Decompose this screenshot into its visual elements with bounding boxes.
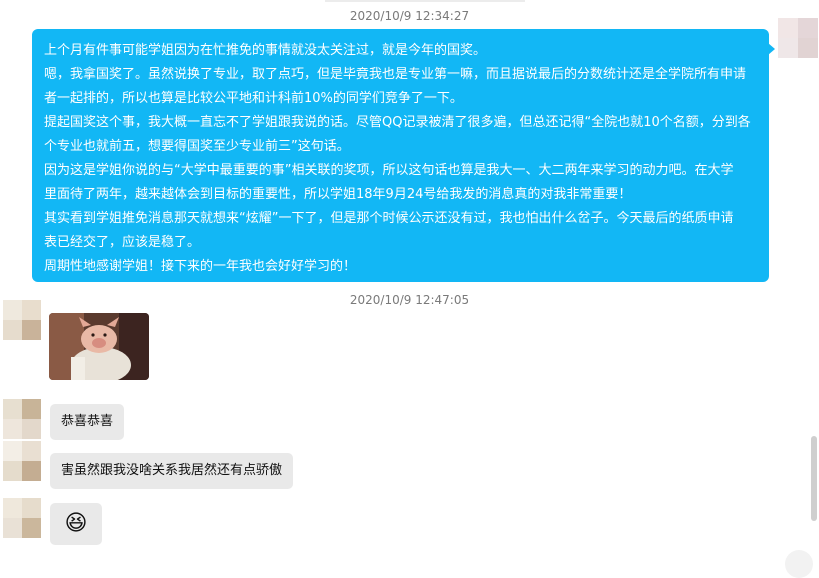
message-line: 其实看到学姐推免消息那天就想来“炫耀”一下了，但是那个时候公示还没有过，我也怕出… — [44, 211, 734, 226]
message-line: 里面待了两年，越来越体会到目标的重要性，所以学姐18年9月24号给我发的消息真的… — [44, 187, 632, 202]
incoming-message-bubble[interactable]: 恭喜恭喜 — [50, 404, 125, 440]
scrollbar-thumb[interactable] — [811, 436, 817, 521]
pig-photo-image — [49, 313, 149, 380]
contact-avatar[interactable] — [3, 399, 41, 439]
laughing-emoji-icon: 😆 — [64, 511, 88, 536]
timestamp: 2020/10/9 12:47:05 — [349, 293, 470, 307]
message-text: 害虽然跟我没啥关系我居然还有点骄傲 — [61, 463, 283, 478]
message-text: 恭喜恭喜 — [61, 414, 114, 429]
message-line: 个专业也就前五，想要得国奖至少专业前三”这句话。 — [44, 139, 350, 154]
contact-avatar[interactable] — [3, 441, 41, 481]
contact-avatar[interactable] — [3, 300, 41, 340]
image-message[interactable] — [49, 313, 149, 380]
outgoing-message-bubble[interactable]: 上个月有件事可能学姐因为在忙推免的事情就没太关注过，就是今年的国奖。 嗯，我拿国… — [32, 29, 775, 282]
bubble-tail — [768, 43, 775, 55]
message-line: 周期性地感谢学姐！接下来的一年我也会好好学习的！ — [44, 259, 357, 274]
message-line: 者一起排的，所以也算是比较公平地和计科前10%的同学们竞争了一下。 — [44, 91, 463, 106]
message-line: 提起国奖这个事，我大概一直忘不了学姐跟我说的话。尽管QQ记录被清了很多遍，但总还… — [44, 115, 751, 130]
message-line: 嗯，我拿国奖了。虽然说换了专业，取了点巧，但是毕竟我也是专业第一嘛，而且据说最后… — [44, 67, 747, 82]
contact-avatar[interactable] — [3, 498, 41, 538]
self-avatar[interactable] — [778, 18, 818, 58]
incoming-message-bubble[interactable]: 😆 — [50, 503, 102, 545]
scroll-to-bottom-button[interactable] — [785, 550, 813, 578]
chat-window: 2020/10/9 12:34:27 上个月有件事可能学姐因为在忙推免的事情就没… — [0, 0, 819, 578]
incoming-message-bubble[interactable]: 害虽然跟我没啥关系我居然还有点骄傲 — [50, 453, 294, 489]
top-divider — [325, 0, 525, 2]
message-line: 因为这是学姐你说的与“大学中最重要的事”相关联的奖项，所以这句话也算是我大一、大… — [44, 163, 734, 178]
timestamp: 2020/10/9 12:34:27 — [349, 9, 470, 23]
message-line: 上个月有件事可能学姐因为在忙推免的事情就没太关注过，就是今年的国奖。 — [44, 43, 487, 58]
message-line: 表已经交了，应该是稳了。 — [44, 235, 201, 250]
